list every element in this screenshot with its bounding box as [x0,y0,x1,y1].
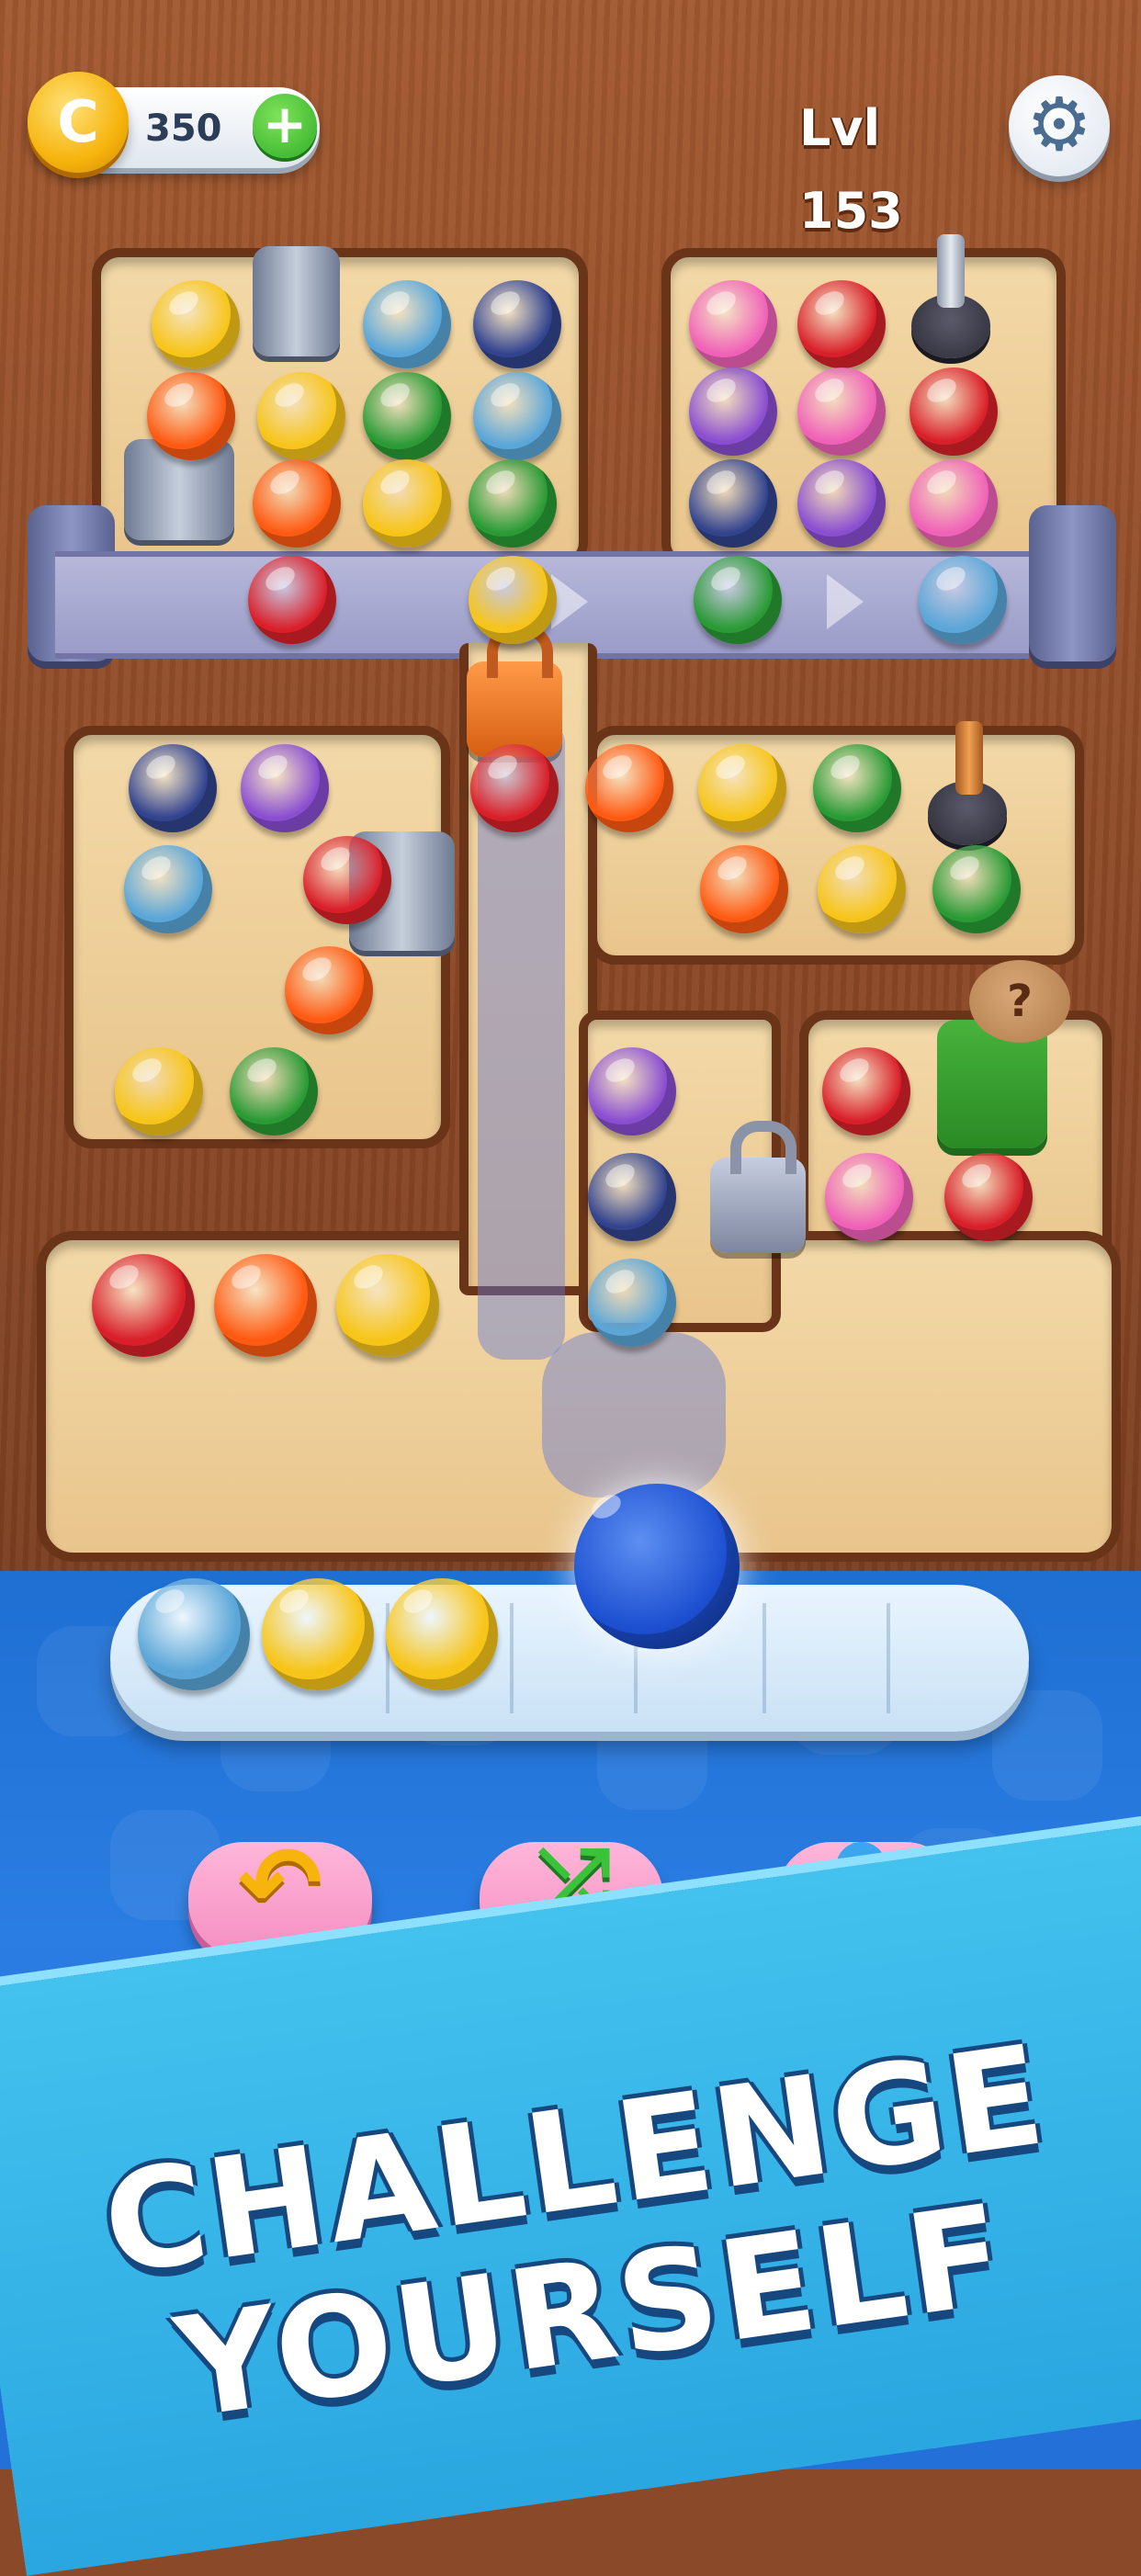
red-ball[interactable] [92,1254,195,1357]
red-ball[interactable] [470,744,559,832]
green-ball[interactable] [813,744,901,832]
purple-ball[interactable] [241,744,329,832]
undo-icon: ↶ [237,1825,323,1942]
red-ball[interactable] [303,836,391,924]
yellow-ball[interactable] [152,280,240,368]
coin-count: 350 [145,107,222,150]
pink-ball[interactable] [909,459,998,548]
navy-ball[interactable] [588,1153,676,1241]
bronze-key-icon [955,721,983,795]
green-ball[interactable] [932,845,1021,933]
lightblue-ball[interactable] [363,280,451,368]
pink-ball[interactable] [797,367,886,456]
selected-ball [574,1484,740,1649]
tray-divider [887,1603,890,1713]
red-ball[interactable] [822,1047,910,1135]
track-cap-right [1029,505,1116,661]
green-ball[interactable] [469,459,557,548]
navy-ball[interactable] [473,280,561,368]
orange-ball[interactable] [253,459,341,548]
yellow-ball[interactable] [336,1254,439,1357]
red-ball[interactable] [797,280,886,368]
green-ball[interactable] [230,1047,318,1135]
coin-icon: C [28,72,129,173]
add-coins-button[interactable]: + [253,94,317,158]
green-ball[interactable] [363,372,451,460]
green-ball[interactable] [694,556,782,644]
tray-lightblue-ball [138,1578,250,1690]
tray-divider [510,1603,514,1713]
yellow-ball[interactable] [115,1047,203,1135]
yellow-ball[interactable] [469,556,557,644]
lightblue-ball[interactable] [588,1259,676,1347]
purple-ball[interactable] [588,1047,676,1135]
orange-lock [467,625,562,757]
yellow-ball[interactable] [698,744,786,832]
orange-ball[interactable] [285,946,373,1034]
lightblue-ball[interactable] [124,845,212,933]
mystery-cork: ? [969,960,1070,1043]
level-label: Lvl 153 [799,99,903,240]
collection-tray [110,1585,1029,1732]
settings-button[interactable]: ⚙ [1009,75,1110,176]
tray-divider [763,1603,766,1713]
track-arrow [827,574,864,629]
orange-ball[interactable] [700,845,788,933]
orange-ball[interactable] [585,744,673,832]
pink-ball[interactable] [825,1153,913,1241]
navy-ball[interactable] [129,744,217,832]
lightblue-ball[interactable] [473,372,561,460]
orange-ball[interactable] [147,372,235,460]
red-ball[interactable] [248,556,336,644]
yellow-ball[interactable] [363,459,451,548]
pink-ball[interactable] [689,280,777,368]
orange-ball[interactable] [214,1254,317,1357]
tray-yellow-ball [386,1578,498,1690]
purple-ball[interactable] [689,367,777,456]
pipe-top [253,246,340,356]
navy-ball[interactable] [689,459,777,548]
yellow-ball[interactable] [818,845,906,933]
yellow-ball[interactable] [257,372,345,460]
red-ball[interactable] [944,1153,1033,1241]
red-ball[interactable] [909,367,998,456]
glow-path [542,1332,726,1497]
purple-ball[interactable] [797,459,886,548]
track-arrow [551,574,588,629]
tray-yellow-ball [262,1578,374,1690]
silver-key-icon [937,234,965,308]
lightblue-ball[interactable] [919,556,1007,644]
silver-lock [710,1121,806,1253]
gear-icon: ⚙ [1026,82,1092,167]
